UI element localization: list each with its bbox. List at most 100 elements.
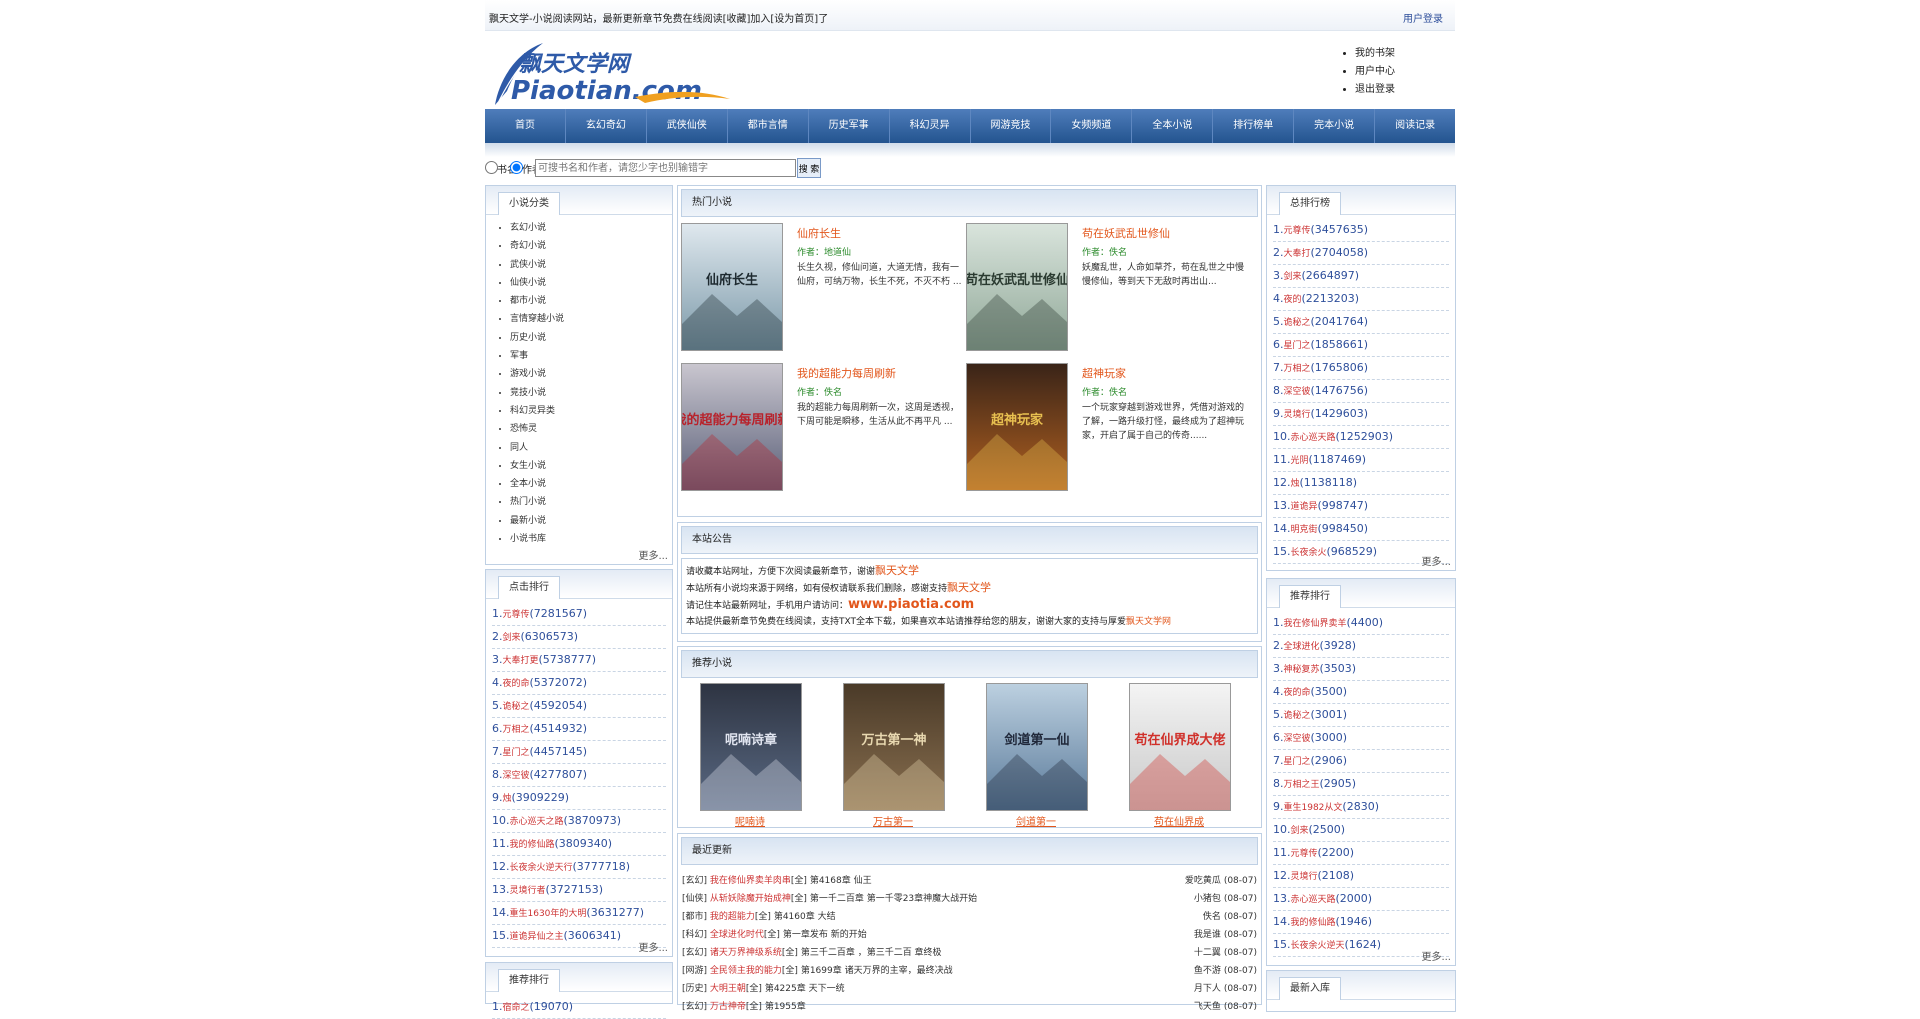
hot-novel-cover[interactable]: 苟在妖武乱世修仙 bbox=[964, 223, 1069, 351]
rank-book-name[interactable]: 夜的命 bbox=[1284, 688, 1311, 698]
rec-rank-item[interactable]: 8.万相之王(2905) bbox=[1273, 773, 1449, 796]
nav-item[interactable]: 全本小说 bbox=[1132, 109, 1214, 143]
rank-book-name[interactable]: 道诡异 bbox=[1291, 502, 1318, 512]
nav-item[interactable]: 科幻灵异 bbox=[890, 109, 971, 143]
recommend-item[interactable]: 万古第一神 万古第一 bbox=[843, 683, 945, 828]
book-cover-image[interactable]: 万古第一神 bbox=[844, 684, 944, 810]
click-rank-item[interactable]: 8.深空彼(4277807) bbox=[492, 764, 666, 787]
rank-book-name[interactable]: 深空彼 bbox=[1284, 387, 1311, 397]
hot-novel-title[interactable]: 超神玩家 bbox=[1082, 365, 1126, 381]
rank-book-name[interactable]: 元尊传 bbox=[1291, 849, 1318, 859]
category-item[interactable]: 全本小说 bbox=[510, 475, 672, 493]
rank-book-name[interactable]: 剑来 bbox=[1291, 826, 1309, 836]
rec-rank-item[interactable]: 1.我在修仙界卖羊(4400) bbox=[1273, 612, 1449, 635]
nav-item[interactable]: 武侠仙侠 bbox=[647, 109, 728, 143]
click-rank-more-link[interactable]: 更多... bbox=[638, 939, 668, 954]
rank-book-name[interactable]: 大奉打 bbox=[1284, 249, 1311, 259]
update-chapter-link[interactable]: 第4160章 大结 bbox=[774, 912, 836, 922]
click-rank-item[interactable]: 6.万相之(4514932) bbox=[492, 718, 666, 741]
hot-novel-cover[interactable]: 仙府长生 bbox=[681, 223, 783, 351]
recommend-cover[interactable]: 剑道第一仙 bbox=[986, 683, 1088, 811]
category-item[interactable]: 言情穿越小说 bbox=[510, 310, 672, 328]
total-rank-item[interactable]: 8.深空彼(1476756) bbox=[1273, 380, 1449, 403]
hot-novel-title[interactable]: 苟在妖武乱世修仙 bbox=[1082, 225, 1170, 241]
click-rank-item[interactable]: 10.赤心巡天之路(3870973) bbox=[492, 810, 666, 833]
rank-book-name[interactable]: 神秘复苏 bbox=[1284, 665, 1320, 675]
category-item[interactable]: 恐怖灵 bbox=[510, 420, 672, 438]
rank-book-name[interactable]: 剑来 bbox=[1284, 272, 1302, 282]
total-rank-item[interactable]: 11.光阴(1187469) bbox=[1273, 449, 1449, 472]
rank-book-name[interactable]: 赤心巡天路 bbox=[1291, 895, 1336, 905]
nav-item[interactable]: 排行榜单 bbox=[1213, 109, 1295, 143]
rank-book-name[interactable]: 灵境行者 bbox=[510, 886, 546, 896]
nav-item[interactable]: 玄幻奇幻 bbox=[566, 109, 647, 143]
recommend-title[interactable]: 剑道第一 bbox=[986, 813, 1086, 828]
rank-book-name[interactable]: 长夜余火逆天 bbox=[1291, 941, 1345, 951]
rank-book-name[interactable]: 诡秘之 bbox=[1284, 711, 1311, 721]
rank-book-name[interactable]: 重生1982从文 bbox=[1284, 803, 1343, 813]
total-rank-item[interactable]: 5.诡秘之(2041764) bbox=[1273, 311, 1449, 334]
hot-novel-title[interactable]: 仙府长生 bbox=[797, 225, 841, 241]
notice-highlight[interactable]: www.piaotia.com bbox=[848, 597, 974, 612]
rank-book-name[interactable]: 全球进化 bbox=[1284, 642, 1320, 652]
rec-rank-item[interactable]: 12.灵境行(2108) bbox=[1273, 865, 1449, 888]
total-rank-item[interactable]: 3.剑来(2664897) bbox=[1273, 265, 1449, 288]
nav-item[interactable]: 阅读记录 bbox=[1375, 109, 1455, 143]
hot-novel-cover[interactable]: 超神玩家 bbox=[966, 363, 1068, 491]
category-item[interactable]: 女生小说 bbox=[510, 457, 672, 475]
total-rank-item[interactable]: 9.灵境行(1429603) bbox=[1273, 403, 1449, 426]
rank-book-name[interactable]: 长夜余火 bbox=[1291, 548, 1327, 558]
rec-rank-item[interactable]: 9.重生1982从文(2830) bbox=[1273, 796, 1449, 819]
update-chapter-link[interactable]: 第三千二百章 ，第三千二百 章终极 bbox=[801, 948, 942, 958]
rank-book-name[interactable]: 诡秘之 bbox=[1284, 318, 1311, 328]
category-item[interactable]: 热门小说 bbox=[510, 493, 672, 511]
recommend-title[interactable]: 万古第一 bbox=[843, 813, 943, 828]
rank-book-name[interactable]: 我的修仙路 bbox=[510, 840, 555, 850]
rank-book-name[interactable]: 宿命之 bbox=[503, 1003, 530, 1013]
book-cover-image[interactable]: 超神玩家 bbox=[967, 364, 1067, 490]
rank-book-name[interactable]: 万相之 bbox=[1284, 364, 1311, 374]
book-cover-image[interactable]: 我的超能力每周刷新 bbox=[673, 364, 791, 490]
category-item[interactable]: 小说书库 bbox=[510, 530, 672, 548]
rec-rank-item[interactable]: 2.全球进化(3928) bbox=[1273, 635, 1449, 658]
category-item[interactable]: 仙侠小说 bbox=[510, 274, 672, 292]
click-rank-item[interactable]: 1.元尊传(7281567) bbox=[492, 603, 666, 626]
click-rank-item[interactable]: 14.重生1630年的大明(3631277) bbox=[492, 902, 666, 925]
rank-book-name[interactable]: 灵境行 bbox=[1291, 872, 1318, 882]
rank-book-name[interactable]: 道诡异仙之主 bbox=[510, 932, 564, 942]
left-rec-rank-item[interactable]: 1.宿命之(19070) bbox=[492, 996, 666, 1019]
notice-highlight[interactable]: 飘天文学 bbox=[947, 581, 991, 594]
category-item[interactable]: 玄幻小说 bbox=[510, 219, 672, 237]
click-rank-item[interactable]: 13.灵境行者(3727153) bbox=[492, 879, 666, 902]
category-item[interactable]: 科幻灵异类 bbox=[510, 402, 672, 420]
nav-item[interactable]: 完本小说 bbox=[1294, 109, 1376, 143]
rank-book-name[interactable]: 元尊传 bbox=[503, 610, 530, 620]
update-chapter-link[interactable]: 第1699章 诸天万界的主宰，最终决战 bbox=[801, 966, 953, 976]
rec-rank-item[interactable]: 7.星门之(2906) bbox=[1273, 750, 1449, 773]
rank-book-name[interactable]: 烛 bbox=[503, 794, 512, 804]
rank-book-name[interactable]: 赤心巡天之路 bbox=[510, 817, 564, 827]
click-rank-item[interactable]: 12.长夜余火逆天行(3777718) bbox=[492, 856, 666, 879]
rank-book-name[interactable]: 万相之 bbox=[503, 725, 530, 735]
rec-rank-item[interactable]: 10.剑来(2500) bbox=[1273, 819, 1449, 842]
rank-book-name[interactable]: 明克街 bbox=[1291, 525, 1318, 535]
hot-novel-cover[interactable]: 我的超能力每周刷新 bbox=[673, 363, 791, 491]
click-rank-item[interactable]: 2.剑来(6306573) bbox=[492, 626, 666, 649]
category-item[interactable]: 奇幻小说 bbox=[510, 237, 672, 255]
total-rank-item[interactable]: 7.万相之(1765806) bbox=[1273, 357, 1449, 380]
rank-book-name[interactable]: 烛 bbox=[1291, 479, 1300, 489]
total-rank-item[interactable]: 13.道诡异(998747) bbox=[1273, 495, 1449, 518]
recommend-item[interactable]: 苟在仙界成大佬 苟在仙界成 bbox=[1129, 683, 1231, 828]
total-rank-more-link[interactable]: 更多... bbox=[1421, 553, 1451, 568]
total-rank-item[interactable]: 12.烛(1138118) bbox=[1273, 472, 1449, 495]
notice-highlight[interactable]: 飘天文学 bbox=[875, 564, 919, 577]
rank-book-name[interactable]: 大奉打更 bbox=[503, 656, 539, 666]
book-cover-image[interactable]: 仙府长生 bbox=[682, 224, 782, 350]
recommend-item[interactable]: 呢喃诗章 呢喃诗 bbox=[700, 683, 802, 828]
update-chapter-link[interactable]: 第一千二百章 第一千零23章神魔大战开始 bbox=[810, 894, 977, 904]
click-rank-item[interactable]: 5.诡秘之(4592054) bbox=[492, 695, 666, 718]
recommend-title[interactable]: 呢喃诗 bbox=[700, 813, 800, 828]
rank-book-name[interactable]: 元尊传 bbox=[1284, 226, 1311, 236]
book-cover-image[interactable]: 苟在妖武乱世修仙 bbox=[964, 224, 1069, 350]
update-chapter-link[interactable]: 第4168章 仙王 bbox=[810, 876, 872, 886]
